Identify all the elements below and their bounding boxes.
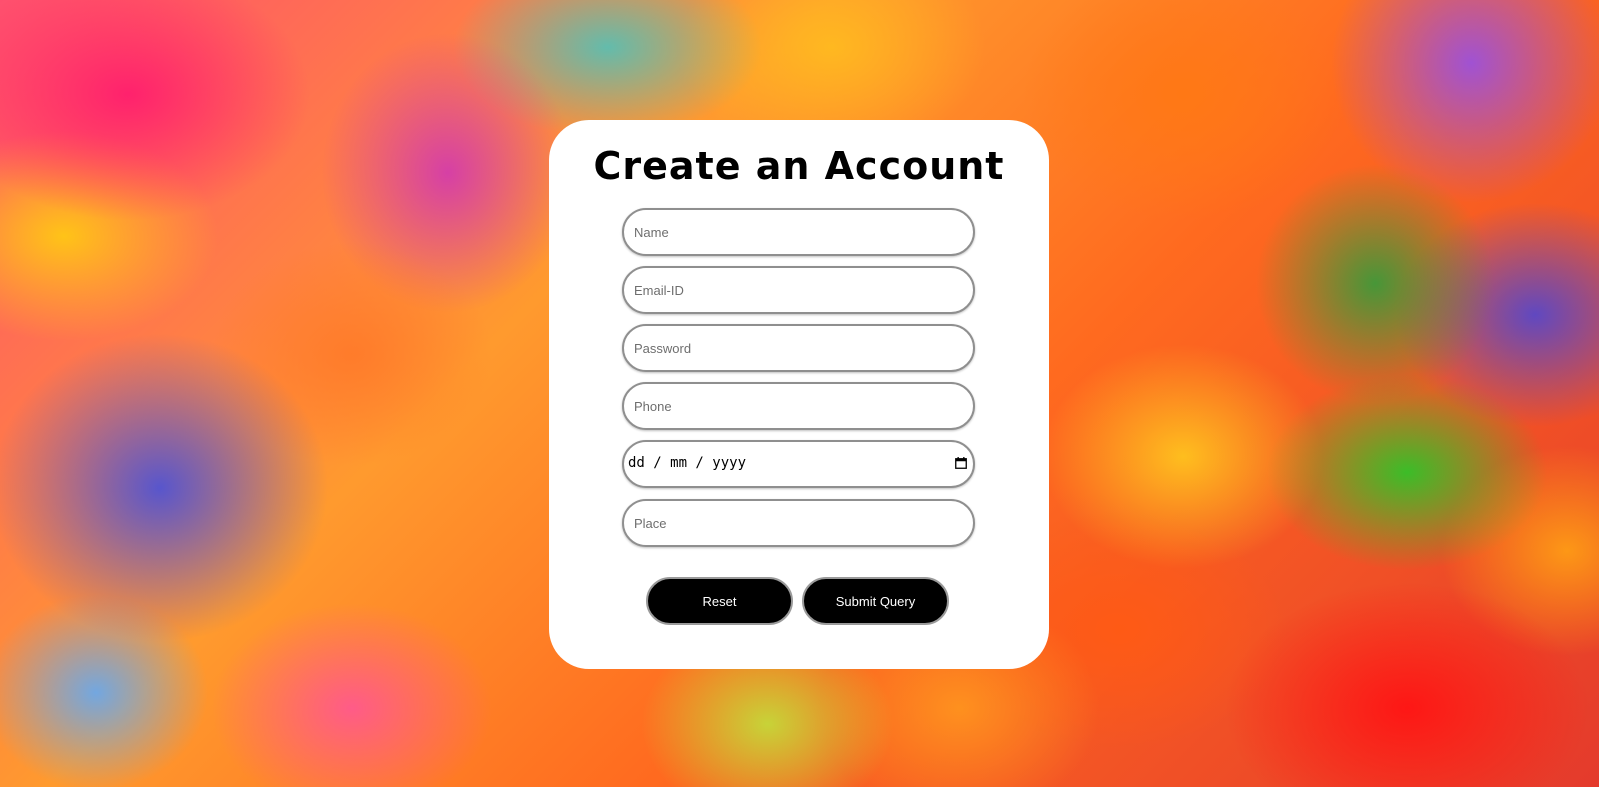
date-value: dd / mm / yyyy xyxy=(628,455,747,471)
submit-button[interactable]: Submit Query xyxy=(802,577,949,625)
place-input[interactable] xyxy=(622,499,975,547)
date-input[interactable]: dd / mm / yyyy xyxy=(622,440,975,488)
password-input[interactable] xyxy=(622,324,975,372)
reset-button[interactable]: Reset xyxy=(646,577,793,625)
email-input[interactable] xyxy=(622,266,975,314)
calendar-icon[interactable] xyxy=(955,457,967,469)
name-input[interactable] xyxy=(622,208,975,256)
page-title: Create an Account xyxy=(593,144,1005,188)
phone-input[interactable] xyxy=(622,382,975,430)
signup-card: Create an Account dd / mm / yyyy Reset S… xyxy=(549,120,1049,669)
